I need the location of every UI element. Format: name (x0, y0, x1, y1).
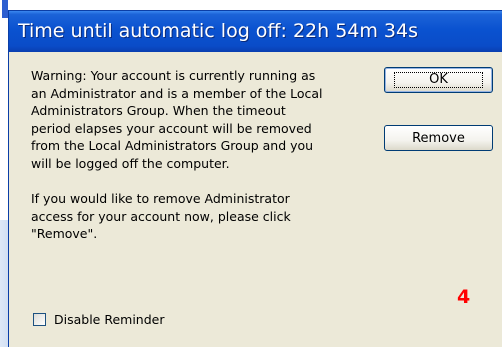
warning-line: will be logged off the computer. (31, 155, 230, 171)
warning-message: Warning: Your account is currently runni… (31, 67, 371, 243)
warning-line: Warning: Your account is currently runni… (31, 68, 316, 83)
warning-line: period elapses your account will be remo… (31, 120, 312, 136)
remove-prompt-line: If you would like to remove Administrato… (31, 191, 290, 206)
ok-button-label: OK (394, 72, 483, 88)
dialog-titlebar[interactable]: Time until automatic log off: 22h 54m 34… (9, 11, 502, 52)
logoff-warning-dialog: Time until automatic log off: 22h 54m 34… (8, 10, 502, 347)
remove-button[interactable]: Remove (384, 125, 493, 151)
remove-button-label: Remove (412, 130, 465, 146)
step-number-annotation: 4 (457, 286, 471, 308)
ok-button[interactable]: OK (384, 67, 493, 93)
disable-reminder-checkbox[interactable] (33, 313, 46, 326)
remove-prompt-line: "Remove". (31, 226, 98, 241)
warning-line: an Administrator and is a member of the … (31, 85, 323, 101)
dialog-title: Time until automatic log off: 22h 54m 34… (18, 20, 419, 42)
dialog-content: Warning: Your account is currently runni… (9, 52, 502, 347)
warning-line: Administrators Group. When the timeout (31, 103, 286, 118)
warning-line: from the Local Administrators Group and … (31, 138, 314, 153)
remove-prompt-line: access for your account now, please clic… (31, 208, 291, 224)
disable-reminder-label: Disable Reminder (54, 312, 165, 327)
disable-reminder-option[interactable]: Disable Reminder (33, 312, 165, 327)
